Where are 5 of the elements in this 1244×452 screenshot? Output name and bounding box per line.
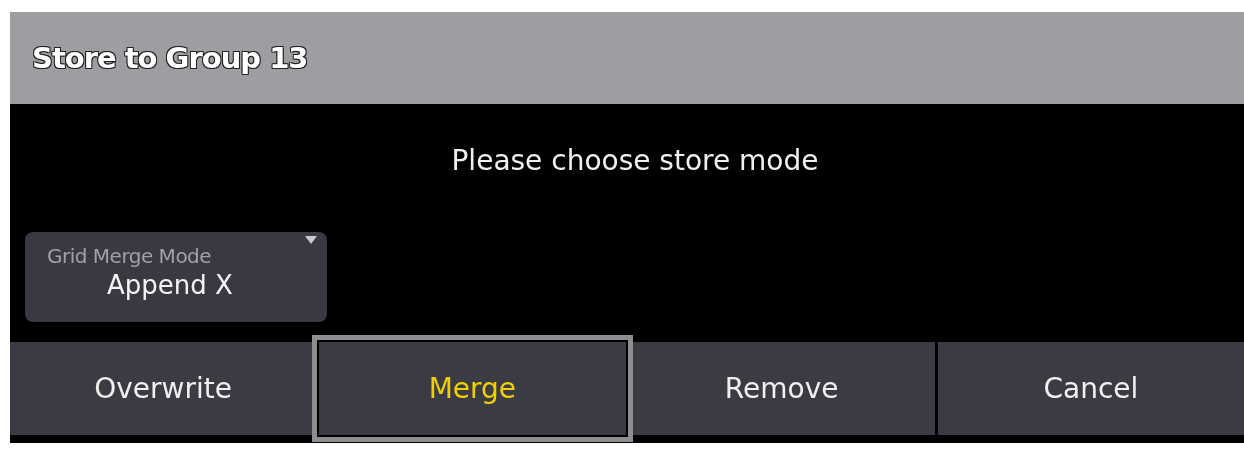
- dropdown-triangle-icon: [305, 236, 317, 244]
- grid-merge-mode-dropdown[interactable]: Grid Merge Mode Append X: [25, 232, 327, 322]
- dialog-title: Store to Group 13: [32, 41, 308, 75]
- store-mode-button[interactable]: Cancel: [937, 342, 1244, 435]
- prompt-text: Please choose store mode: [451, 144, 819, 179]
